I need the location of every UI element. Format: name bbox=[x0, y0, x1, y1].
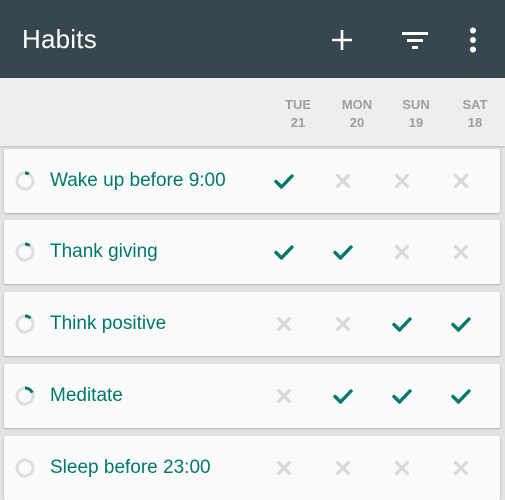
add-icon bbox=[332, 30, 352, 50]
filter-icon bbox=[402, 32, 428, 49]
cross-icon[interactable] bbox=[333, 458, 353, 478]
score-ring-icon bbox=[15, 314, 35, 334]
cross-icon[interactable] bbox=[333, 314, 353, 334]
score-ring-icon bbox=[15, 386, 35, 406]
day-weekday: SUN bbox=[402, 97, 430, 112]
score-ring-icon bbox=[15, 242, 35, 262]
check-icon[interactable] bbox=[274, 242, 294, 262]
habit-row[interactable]: Thank giving bbox=[4, 220, 500, 284]
score-ring-icon bbox=[15, 458, 35, 478]
day-header: SAT 18 bbox=[447, 96, 503, 132]
toolbar-title: Habits bbox=[22, 24, 97, 54]
more-vert-icon bbox=[470, 27, 476, 53]
habit-name: Think positive bbox=[50, 313, 167, 334]
habit-row[interactable]: Wake up before 9:00 bbox=[4, 149, 500, 213]
day-header: SUN 19 bbox=[388, 96, 444, 132]
check-icon[interactable] bbox=[333, 242, 353, 262]
cross-icon[interactable] bbox=[333, 171, 353, 191]
habit-name: Wake up before 9:00 bbox=[50, 170, 226, 191]
check-icon[interactable] bbox=[451, 386, 471, 406]
habit-name: Thank giving bbox=[50, 241, 158, 262]
score-ring-icon bbox=[15, 171, 35, 191]
add-habit-button[interactable] bbox=[320, 18, 364, 62]
check-icon[interactable] bbox=[333, 386, 353, 406]
cross-icon[interactable] bbox=[451, 171, 471, 191]
cross-icon[interactable] bbox=[392, 171, 412, 191]
day-weekday: TUE bbox=[285, 97, 311, 112]
day-header: MON 20 bbox=[329, 96, 385, 132]
cross-icon[interactable] bbox=[451, 458, 471, 478]
day-date: 19 bbox=[408, 115, 424, 130]
toolbar: Habits bbox=[0, 0, 505, 78]
day-date: 18 bbox=[467, 115, 483, 130]
habit-row[interactable]: Meditate bbox=[4, 364, 500, 428]
days-header: TUE 21 MON 20 SUN 19 SAT 18 bbox=[0, 78, 505, 146]
habit-row[interactable]: Think positive bbox=[4, 292, 500, 356]
cross-icon[interactable] bbox=[451, 242, 471, 262]
cross-icon[interactable] bbox=[392, 242, 412, 262]
day-weekday: MON bbox=[341, 97, 373, 112]
day-date: 20 bbox=[349, 115, 365, 130]
more-options-button[interactable] bbox=[451, 18, 495, 62]
cross-icon[interactable] bbox=[274, 314, 294, 334]
cross-icon[interactable] bbox=[392, 458, 412, 478]
cross-icon[interactable] bbox=[274, 386, 294, 406]
check-icon[interactable] bbox=[392, 386, 412, 406]
day-header: TUE 21 bbox=[270, 96, 326, 132]
check-icon[interactable] bbox=[392, 314, 412, 334]
filter-button[interactable] bbox=[393, 18, 437, 62]
habit-name: Sleep before 23:00 bbox=[50, 457, 211, 478]
check-icon[interactable] bbox=[274, 171, 294, 191]
cross-icon[interactable] bbox=[274, 458, 294, 478]
day-weekday: SAT bbox=[462, 97, 488, 112]
habit-name: Meditate bbox=[50, 385, 123, 406]
check-icon[interactable] bbox=[451, 314, 471, 334]
day-date: 21 bbox=[290, 115, 306, 130]
habit-row[interactable]: Sleep before 23:00 bbox=[4, 436, 500, 500]
